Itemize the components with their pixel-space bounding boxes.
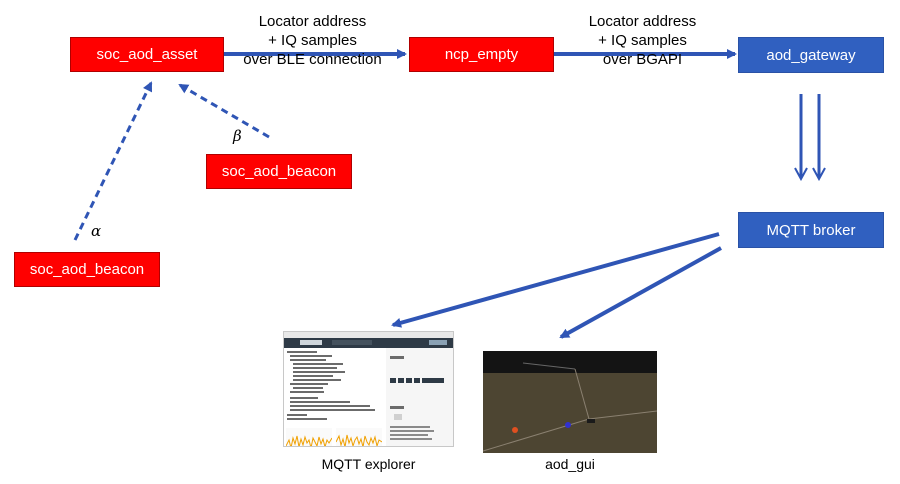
label-alpha: α bbox=[91, 222, 102, 240]
caption-aod-gui: aod_gui bbox=[545, 456, 595, 472]
node-aod-gateway-label: aod_gateway bbox=[766, 46, 856, 64]
mqtt-explorer-screenshot bbox=[283, 331, 454, 447]
dashed-arrow-beacon-beta-to-asset bbox=[178, 83, 270, 139]
dashed-arrow-beacon-alpha-to-asset bbox=[73, 81, 153, 241]
edge-label-asset-to-ncp: Locator address + IQ samples over BLE co… bbox=[225, 12, 400, 69]
arrow-broker-to-explorer bbox=[391, 232, 720, 328]
caption-mqtt-explorer: MQTT explorer bbox=[321, 456, 416, 472]
node-soc-aod-beacon-beta: soc_aod_beacon bbox=[206, 154, 352, 189]
node-aod-gateway: aod_gateway bbox=[738, 37, 884, 73]
edge-label-ncp-to-gateway-line-1: Locator address bbox=[588, 13, 697, 30]
aod-gui-screenshot bbox=[483, 351, 657, 453]
node-ncp-empty-label: ncp_empty bbox=[444, 46, 519, 63]
edge-label-asset-to-ncp-line-3: over BLE connection bbox=[243, 51, 382, 68]
edge-label-ncp-to-gateway: Locator address + IQ samples over BGAPI bbox=[560, 12, 725, 69]
node-soc-aod-asset-label: soc_aod_asset bbox=[96, 46, 198, 63]
edge-label-ncp-to-gateway-line-3: over BGAPI bbox=[602, 51, 683, 68]
node-mqtt-broker-label: MQTT broker bbox=[766, 221, 856, 239]
node-soc-aod-beacon-alpha-label: soc_aod_beacon bbox=[29, 261, 145, 278]
node-soc-aod-asset: soc_aod_asset bbox=[70, 37, 224, 72]
node-soc-aod-beacon-beta-label: soc_aod_beacon bbox=[221, 163, 337, 180]
arrow-broker-to-gui bbox=[559, 246, 722, 339]
node-soc-aod-beacon-alpha: soc_aod_beacon bbox=[14, 252, 160, 287]
edge-label-asset-to-ncp-line-2: + IQ samples bbox=[268, 32, 357, 49]
label-beta: β bbox=[233, 127, 242, 145]
edge-label-asset-to-ncp-line-1: Locator address bbox=[258, 13, 367, 30]
edge-label-ncp-to-gateway-line-2: + IQ samples bbox=[598, 32, 687, 49]
node-mqtt-broker: MQTT broker bbox=[738, 212, 884, 248]
node-ncp-empty: ncp_empty bbox=[409, 37, 554, 72]
